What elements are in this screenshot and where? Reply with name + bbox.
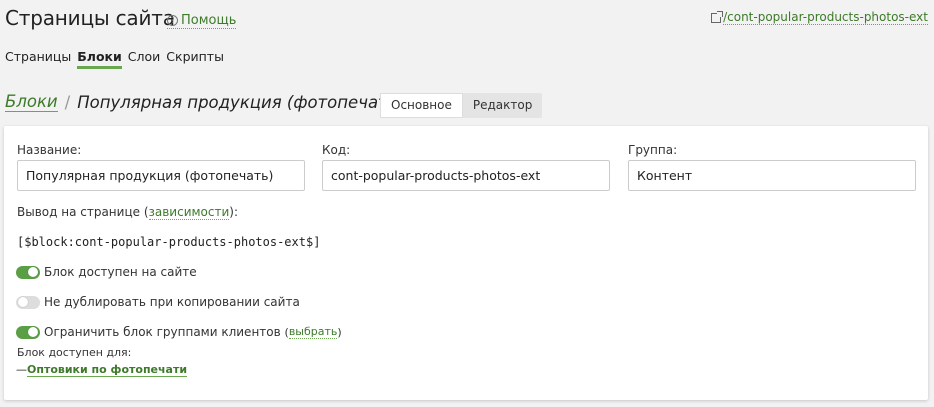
output-label: Вывод на странице (зависимости): (17, 205, 239, 220)
help-label: Помощь (181, 13, 237, 28)
external-link-label: /cont-popular-products-photos-ext (723, 10, 928, 25)
tab-layers[interactable]: Слои (128, 49, 161, 69)
allowed-group-link[interactable]: Оптовики по фотопечати (27, 363, 188, 377)
toggle-knob (18, 297, 28, 307)
breadcrumb-current: Популярная продукция (фотопечать) (77, 93, 404, 112)
restrict-toggle-row: Ограничить блок группами клиентов (выбра… (16, 325, 342, 339)
dependencies-link[interactable]: зависимости (148, 205, 230, 220)
question-circle-icon: ? (167, 15, 178, 26)
tab-scripts[interactable]: Скрипты (166, 49, 224, 69)
toggle-knob (28, 267, 38, 277)
group-dash: — (16, 363, 27, 376)
group-field[interactable]: Контент (628, 160, 916, 191)
available-toggle[interactable] (16, 265, 40, 279)
code-field[interactable]: cont-popular-products-photos-ext (322, 160, 610, 191)
breadcrumb-parent-link[interactable]: Блоки (5, 93, 58, 112)
output-prefix: Вывод на странице ( (17, 205, 149, 219)
page-title: Страницы сайта (5, 6, 175, 30)
block-code-snippet: [$block:cont-popular-products-photos-ext… (17, 235, 321, 249)
nodup-toggle-label: Не дублировать при копировании сайта (44, 295, 300, 309)
group-label: Группа: (628, 143, 678, 157)
breadcrumb-separator: / (64, 93, 71, 112)
restrict-toggle-label: Ограничить блок группами клиентов (44, 325, 281, 339)
view-mode-switch: Основное Редактор (380, 93, 543, 118)
help-link[interactable]: ? Помощь (167, 13, 237, 29)
nodup-toggle[interactable] (16, 295, 40, 309)
mode-basic-button[interactable]: Основное (380, 93, 463, 118)
allowed-group: — Оптовики по фотопечати (16, 363, 188, 377)
choose-groups-link[interactable]: выбрать (288, 325, 338, 339)
tab-pages[interactable]: Страницы (5, 49, 71, 69)
name-label: Название: (17, 143, 82, 157)
restrict-toggle[interactable] (16, 325, 40, 339)
tab-blocks[interactable]: Блоки (77, 49, 122, 69)
breadcrumb: Блоки / Популярная продукция (фотопечать… (5, 93, 404, 112)
nodup-toggle-row: Не дублировать при копировании сайта (16, 295, 300, 309)
available-toggle-row: Блок доступен на сайте (16, 265, 197, 279)
toggle-knob (28, 327, 38, 337)
output-suffix: ): (229, 205, 239, 219)
external-page-link[interactable]: /cont-popular-products-photos-ext (711, 10, 928, 25)
code-label: Код: (322, 143, 351, 157)
name-field[interactable]: Популярная продукция (фотопечать) (17, 160, 305, 191)
available-for-label: Блок доступен для: (17, 346, 132, 359)
section-tabs: Страницы Блоки Слои Скрипты (5, 49, 230, 69)
mode-editor-button[interactable]: Редактор (463, 93, 542, 118)
external-link-icon (711, 10, 724, 23)
block-settings-card: Название: Популярная продукция (фотопеча… (4, 126, 928, 400)
choose-suffix: ) (337, 325, 342, 339)
available-toggle-label: Блок доступен на сайте (44, 265, 197, 279)
